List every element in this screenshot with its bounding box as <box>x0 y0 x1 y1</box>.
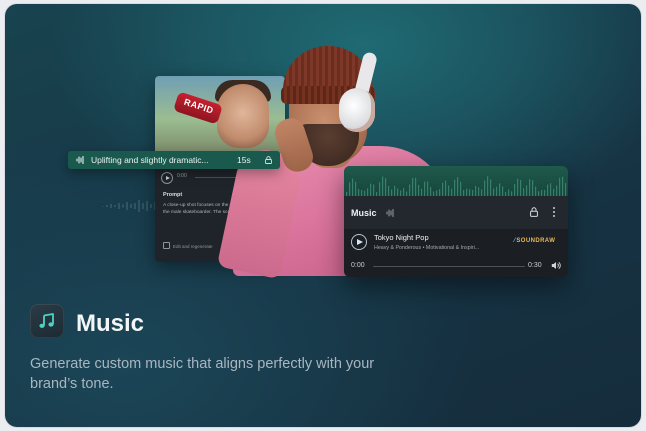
waveform-bar <box>529 179 531 196</box>
waveform-bar <box>559 177 561 196</box>
waveform-visual <box>344 166 568 196</box>
mini-time-current: 0:00 <box>177 173 187 179</box>
waveform-bar <box>556 185 558 196</box>
track-title: Tokyo Night Pop <box>374 233 429 242</box>
waveform-bar <box>427 181 429 196</box>
seek-bar[interactable] <box>373 265 525 267</box>
edit-icon <box>163 242 170 249</box>
waveform-bar <box>550 183 552 196</box>
waveform-bar <box>562 176 564 196</box>
waveform-bar <box>487 176 489 196</box>
prompt-pill-text: Uplifting and slightly dramatic... <box>91 155 209 165</box>
lock-icon[interactable] <box>530 207 538 217</box>
waveform-bar <box>385 178 387 196</box>
waveform-bar <box>358 189 360 196</box>
waveform-bar <box>451 188 453 196</box>
lock-icon[interactable] <box>265 156 272 164</box>
volume-icon[interactable] <box>551 261 561 270</box>
waveform-bar <box>367 188 369 196</box>
brand-label: SOUNDRAW <box>516 238 556 244</box>
mini-play-icon[interactable] <box>161 172 173 184</box>
waveform-bar <box>478 187 480 196</box>
track-row: Tokyo Night Pop Heavy & Ponderous • Moti… <box>344 229 568 277</box>
waveform-bar <box>454 179 456 196</box>
feature-title: Music <box>76 310 145 337</box>
waveform-bar <box>409 184 411 196</box>
waveform-bar <box>523 188 525 196</box>
background-waveform <box>102 200 156 212</box>
waveform-bar <box>430 186 432 196</box>
feature-card: RAPID 0:00 Prompt A close-up shot focuse… <box>5 4 641 427</box>
regenerate-link[interactable]: Edit and regenerate <box>163 242 213 249</box>
waveform-bar <box>355 181 357 196</box>
waveform-bar <box>370 183 372 196</box>
music-card-header: Music <box>344 196 568 229</box>
waveform-bar <box>352 178 354 196</box>
waveform-bar <box>466 188 468 196</box>
waveform-bar <box>388 186 390 196</box>
headphones-icon <box>339 88 375 132</box>
music-card-title: Music <box>351 208 377 218</box>
prompt-label: Prompt <box>163 192 183 198</box>
prompt-pill-duration: 15s <box>237 155 251 165</box>
waveform-bar <box>349 182 351 196</box>
track-subtitle: Heavy & Ponderous • Motivational & Inspi… <box>374 245 480 251</box>
waveform-bar <box>502 186 504 196</box>
feature-description: Generate custom music that aligns perfec… <box>30 356 375 392</box>
time-current: 0:00 <box>351 262 365 269</box>
waveform-bar <box>382 176 384 196</box>
waveform-bar <box>553 188 555 196</box>
waveform-bar <box>448 185 450 196</box>
waveform-bar <box>445 180 447 196</box>
waveform-bar <box>481 189 483 196</box>
music-app-icon <box>30 304 64 338</box>
can-label: RAPID <box>182 96 215 116</box>
waveform-bar <box>535 186 537 196</box>
waveform-bar <box>373 184 375 196</box>
waveform-bar <box>499 183 501 196</box>
waveform-bar <box>532 180 534 196</box>
more-options-icon[interactable] <box>552 207 556 217</box>
waveform-icon <box>386 209 394 217</box>
waveform-bar <box>460 181 462 196</box>
waveform-graphic <box>346 176 567 196</box>
waveform-bar <box>484 180 486 196</box>
waveform-bar <box>514 184 516 196</box>
waveform-bar <box>418 184 420 196</box>
waveform-bar <box>508 189 510 196</box>
waveform-bar <box>442 182 444 196</box>
soundraw-logo: ⁄SOUNDRAW <box>514 238 555 244</box>
waveform-icon <box>76 156 84 164</box>
waveform-bar <box>412 177 414 196</box>
waveform-bar <box>379 182 381 196</box>
waveform-bar <box>439 189 441 196</box>
prompt-pill[interactable]: Uplifting and slightly dramatic... 15s <box>68 151 280 169</box>
waveform-bar <box>394 185 396 196</box>
music-player-card: Music Tokyo Night Pop Heavy & Ponderous … <box>344 166 568 277</box>
waveform-bar <box>565 182 567 196</box>
waveform-bar <box>547 184 549 196</box>
waveform-bar <box>490 179 492 196</box>
waveform-bar <box>457 177 459 196</box>
waveform-bar <box>424 181 426 196</box>
waveform-bar <box>475 185 477 196</box>
waveform-bar <box>403 187 405 196</box>
waveform-bar <box>397 188 399 196</box>
waveform-bar <box>421 188 423 196</box>
time-total: 0:30 <box>528 262 542 269</box>
waveform-bar <box>493 188 495 196</box>
waveform-bar <box>520 180 522 196</box>
regenerate-label: Edit and regenerate <box>173 244 213 249</box>
waveform-bar <box>496 186 498 196</box>
music-note-icon <box>39 313 54 328</box>
waveform-bar <box>526 185 528 196</box>
waveform-bar <box>415 177 417 196</box>
play-button[interactable] <box>351 234 367 250</box>
waveform-bar <box>517 178 519 196</box>
waveform-bar <box>469 189 471 196</box>
